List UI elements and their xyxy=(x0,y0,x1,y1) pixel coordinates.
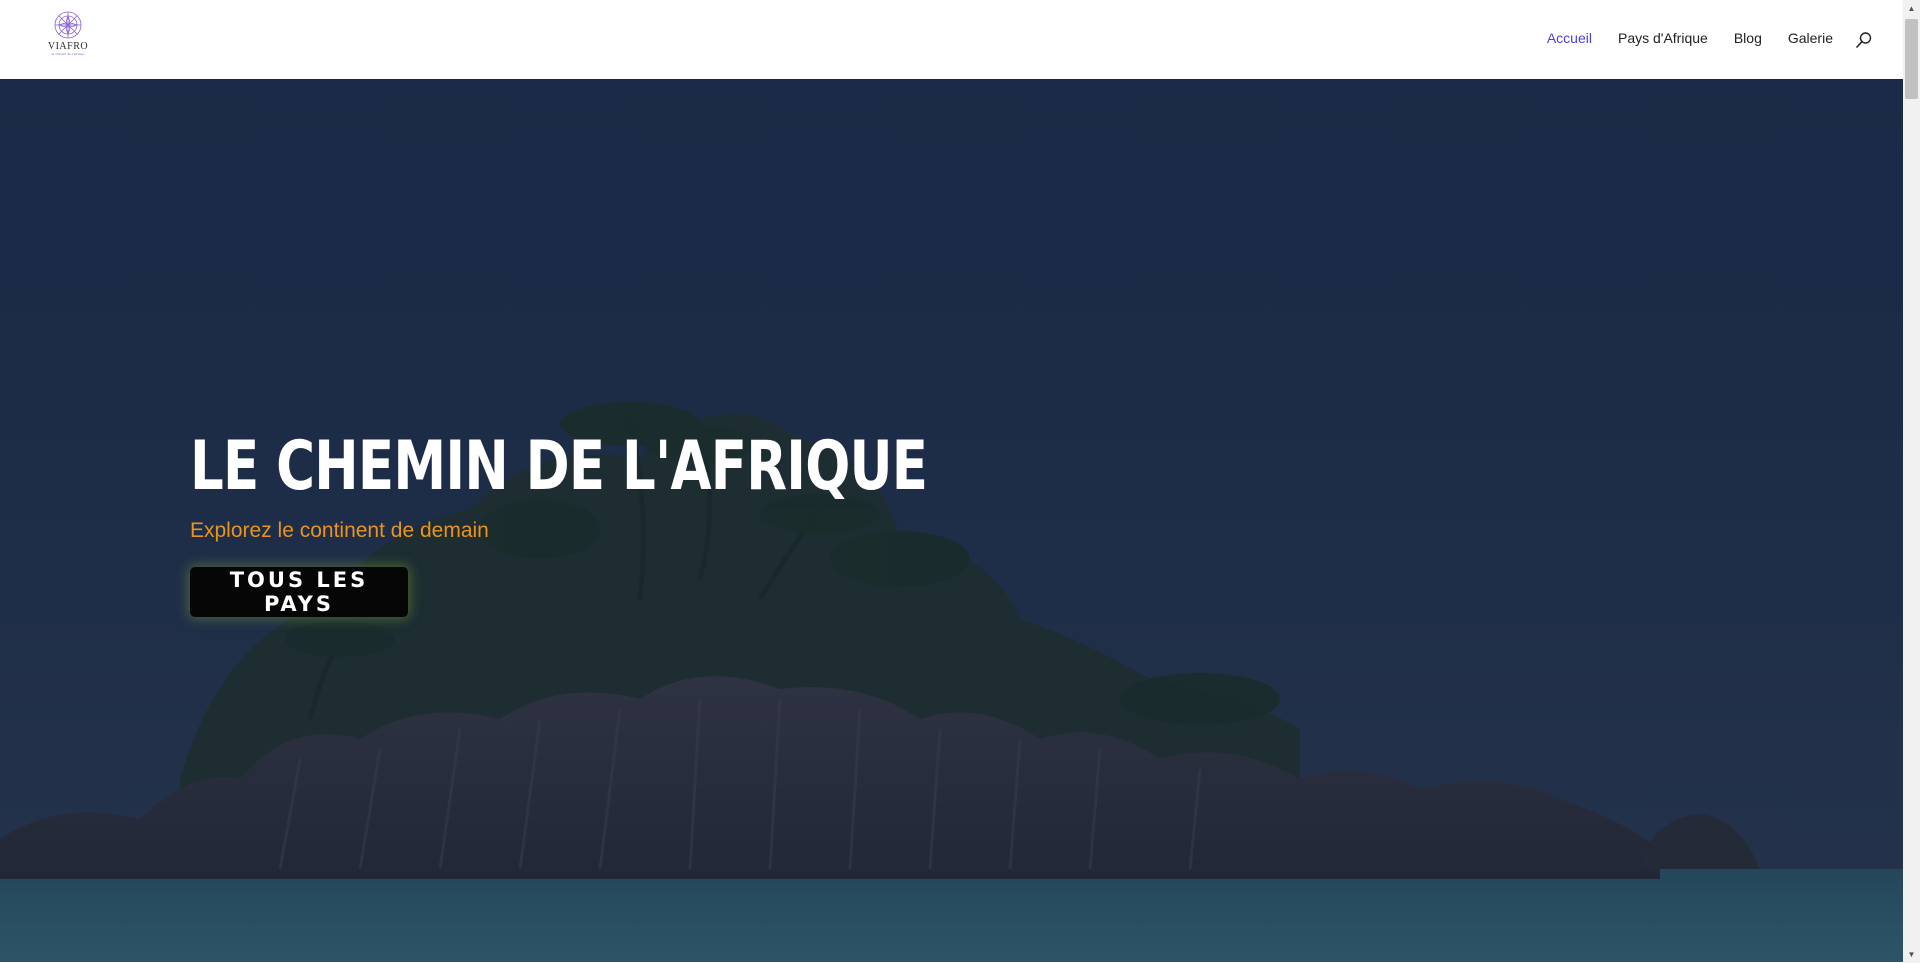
search-icon[interactable] xyxy=(1855,31,1873,49)
scrollbar-thumb[interactable] xyxy=(1905,19,1918,99)
main-navigation: Accueil Pays d'Afrique Blog Galerie xyxy=(1547,30,1833,46)
vertical-scrollbar[interactable]: ▲ ▼ xyxy=(1903,0,1920,963)
hero-section: LE CHEMIN DE L'AFRIQUE Explorez le conti… xyxy=(0,79,1903,963)
nav-item-pays-afrique[interactable]: Pays d'Afrique xyxy=(1618,30,1708,46)
scroll-up-arrow-icon[interactable]: ▲ xyxy=(1903,0,1920,17)
logo-mandala-icon xyxy=(54,11,82,39)
hero-title: LE CHEMIN DE L'AFRIQUE xyxy=(190,427,928,506)
all-countries-button[interactable]: TOUS LES PAYS xyxy=(190,567,408,617)
site-logo[interactable]: VIAFRO le chemin de l'afrique xyxy=(44,10,92,62)
hero-subtitle: Explorez le continent de demain xyxy=(190,519,489,542)
nav-item-accueil[interactable]: Accueil xyxy=(1547,30,1592,46)
site-header: VIAFRO le chemin de l'afrique Accueil Pa… xyxy=(0,0,1903,79)
scroll-down-arrow-icon[interactable]: ▼ xyxy=(1903,946,1920,963)
nav-item-blog[interactable]: Blog xyxy=(1734,30,1762,46)
page: VIAFRO le chemin de l'afrique Accueil Pa… xyxy=(0,0,1920,963)
logo-tagline: le chemin de l'afrique xyxy=(51,52,85,56)
logo-wordmark: VIAFRO xyxy=(47,41,89,52)
nav-item-galerie[interactable]: Galerie xyxy=(1788,30,1833,46)
